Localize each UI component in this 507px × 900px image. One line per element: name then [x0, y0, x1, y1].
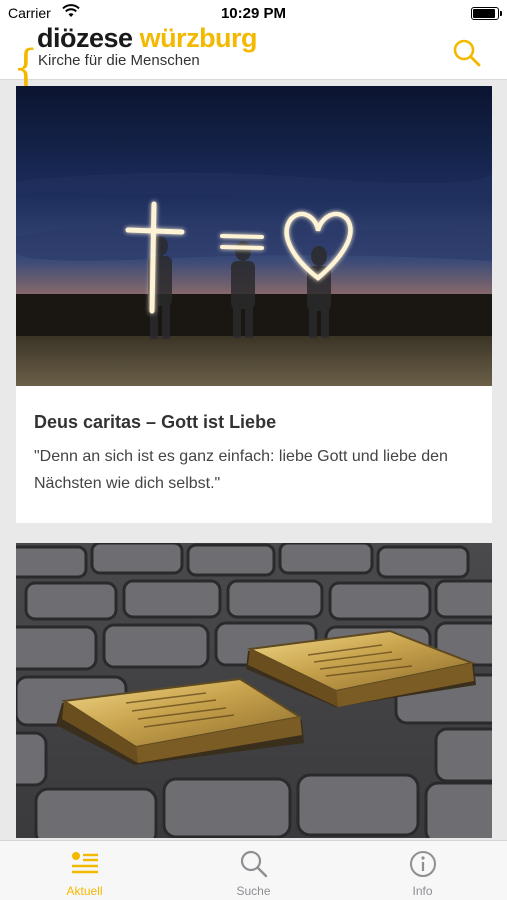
search-icon: [453, 39, 481, 67]
card-title[interactable]: Deus caritas – Gott ist Liebe: [34, 412, 474, 433]
header-search-button[interactable]: [451, 37, 483, 69]
logo-subtitle: Kirche für die Menschen: [38, 52, 200, 69]
news-list-icon: [72, 852, 98, 874]
card-body: Deus caritas – Gott ist Liebe "Denn an s…: [16, 386, 492, 523]
clock: 10:29 PM: [220, 5, 287, 22]
battery-icon: [471, 7, 502, 20]
tab-label: Suche: [236, 884, 271, 898]
card-image-stolpersteine[interactable]: [16, 543, 492, 838]
logo-text-dark: diözese: [37, 23, 133, 53]
tab-label: Aktuell: [66, 884, 103, 898]
logo-wordmark: diözese würzburg: [37, 23, 258, 54]
card-excerpt: "Denn an sich ist es ganz einfach: liebe…: [34, 448, 448, 492]
app-header: { diözese würzburg Kirche für die Mensch…: [0, 23, 507, 92]
logo-brace-icon: {: [13, 40, 39, 96]
news-card[interactable]: [16, 543, 492, 838]
battery-fill: [473, 9, 495, 18]
tab-aktuell[interactable]: Aktuell: [0, 841, 169, 900]
tab-bar: Aktuell Suche Info: [0, 840, 507, 900]
card-image-light-painting[interactable]: [16, 86, 492, 386]
search-icon: [240, 850, 268, 878]
tab-label: Info: [412, 884, 433, 898]
logo-text-accent: würzburg: [139, 23, 258, 53]
tab-suche[interactable]: Suche: [169, 841, 338, 900]
news-feed[interactable]: Deus caritas – Gott ist Liebe "Denn an s…: [16, 86, 492, 838]
news-card[interactable]: Deus caritas – Gott ist Liebe "Denn an s…: [16, 86, 492, 523]
info-icon: [410, 851, 436, 877]
tab-info[interactable]: Info: [338, 841, 507, 900]
